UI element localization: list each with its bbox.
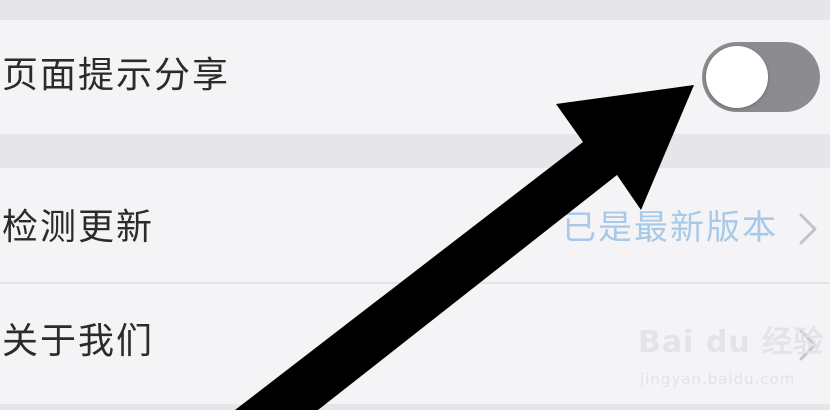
section-gap xyxy=(0,404,830,410)
check-update-row[interactable]: 检测更新 已是最新版本 xyxy=(0,168,830,282)
watermark-logo-text: Bai du 经验 xyxy=(638,325,825,360)
section-gap xyxy=(0,134,830,168)
toggle-knob xyxy=(706,46,768,108)
page-hint-share-row: 页面提示分享 xyxy=(0,20,830,134)
settings-page: 页面提示分享 检测更新 已是最新版本 关于我们 Bai du 经验 jingya… xyxy=(0,0,830,410)
update-status-value: 已是最新版本 xyxy=(562,208,778,248)
about-us-label: 关于我们 xyxy=(2,321,155,362)
page-hint-share-label: 页面提示分享 xyxy=(2,55,231,96)
baidu-jingyan-watermark: Bai du 经验 jingyan.baidu.com xyxy=(638,326,823,402)
section-gap xyxy=(0,0,830,20)
chevron-right-icon xyxy=(799,213,817,245)
check-update-label: 检测更新 xyxy=(2,207,155,248)
watermark-url: jingyan.baidu.com xyxy=(640,370,796,388)
page-hint-share-toggle[interactable] xyxy=(702,42,820,112)
